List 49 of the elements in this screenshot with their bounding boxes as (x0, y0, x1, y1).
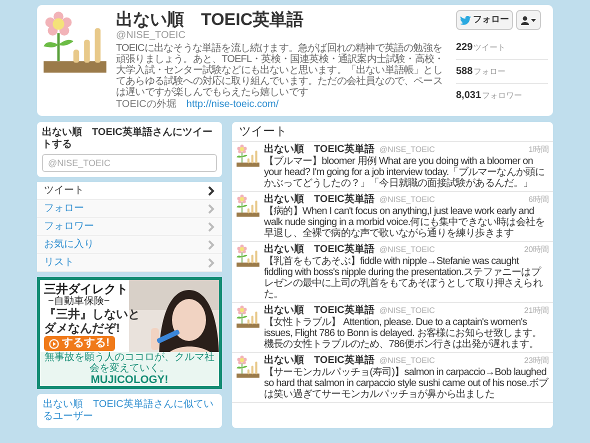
profile-location: TOEICの外堀 (116, 98, 176, 111)
tweet-time[interactable]: 6時間 (528, 194, 549, 206)
tweet-text: 【乳首をもてあそぶ】fiddle with nipple→Stefanie was caught fiddling with boss's nipple during the presentation.ステファニーはプレゼンの最中に上司の乳首をもてあそぼうとして取り押さえられた。 (264, 256, 544, 300)
tweet-author[interactable]: 出ない順 TOEIC英単語 (264, 305, 374, 317)
tweet-handle[interactable]: @NISE_TOEIC (379, 194, 435, 206)
profile-link[interactable]: http://nise-toeic.com/ (186, 98, 279, 111)
ad-banner[interactable]: 三井ダイレクト −自動車保険− 『三井』しないと ダメなんだぞ! するする! 無事故を願う人のココロが、クルマ社会を変えていく。 MUJICOLOGY! (37, 277, 222, 389)
similar-users-title[interactable]: 出ない順 TOEIC英単語さんに似ているユーザー (43, 399, 216, 423)
tweet-input-field[interactable]: @NISE_TOEIC (42, 154, 217, 172)
tweet-text: 【病的】When I can't focus on anything,I just leave work early and walk nude singing in a morbid voice.何にも集中できない時は会社を早退し、全裸で病的な声で歌いながら通りを練り歩きます (264, 206, 546, 239)
tweet-handle[interactable]: @NISE_TOEIC (379, 144, 435, 156)
nav-item[interactable]: リスト (37, 254, 222, 272)
ad-tagline: 無事故を願う人のココロが、クルマ社会を変えていく。 (44, 352, 216, 374)
ad-subtitle: −自動車保険− (47, 296, 111, 307)
profile-name: 出ない順 TOEIC英単語 (116, 10, 305, 30)
tweet-time[interactable]: 20時間 (524, 244, 549, 256)
nav-item[interactable]: フォロワー (37, 218, 222, 236)
tweet-handle[interactable]: @NISE_TOEIC (379, 244, 435, 256)
follow-button[interactable]: フォロー (456, 10, 513, 30)
tweet-text: 【女性トラブル】 Attention, please. Due to a captain's women's issues, Flight 786 to Bonn is delayed. お客様にお知らせ致します。機長の女性トラブルのため、786便ボン行きは出発が遅れます。 (264, 317, 543, 350)
ad-brand: 三井ダイレクト (44, 282, 129, 296)
stat-count[interactable]: 8,031 (456, 88, 482, 103)
ad-cta-button[interactable]: するする! (44, 336, 115, 351)
tweet-author[interactable]: 出ない順 TOEIC英単語 (264, 194, 374, 206)
tweet-text: 【サーモンカルパッチョ(寿司)】salmon in carpaccio→Bob laughed so hard that salmon in carpaccio style sushi came out of his nose.ボブは笑い過ぎてサーモンカルパッチョが鼻から出ました (264, 367, 549, 400)
ad-logo: MUJICOLOGY! (90, 374, 168, 386)
stat-label[interactable]: フォロー (474, 66, 506, 78)
tweet-author[interactable]: 出ない順 TOEIC英単語 (264, 144, 374, 156)
nav-item[interactable]: フォロー (37, 200, 222, 218)
stat-count[interactable]: 588 (456, 64, 473, 79)
stat-label[interactable]: フォロワー (482, 90, 522, 102)
ad-headline: 『三井』しないと (44, 307, 141, 321)
tweets-header: ツイート (232, 122, 553, 142)
tweet-time[interactable]: 21時間 (524, 305, 549, 317)
tweet-author[interactable]: 出ない順 TOEIC英単語 (264, 355, 374, 367)
tweet-box-title: 出ない順 TOEIC英単語さんにツイートする (42, 127, 214, 151)
stat-count[interactable]: 229 (456, 40, 473, 55)
nav-item[interactable]: お気に入り (37, 236, 222, 254)
tweet-time[interactable]: 23時間 (524, 355, 549, 367)
tweet-author[interactable]: 出ない順 TOEIC英単語 (264, 244, 374, 256)
tweet-handle[interactable]: @NISE_TOEIC (379, 355, 435, 367)
tweet-time[interactable]: 1時間 (528, 144, 549, 156)
profile-bio: TOEICに出なそうな単語を流し続けます。急がば回れの精神で英語の勉強を頑張りましょう。あと、TOEFL・英検・国連英検・通訳案内士試験・高校・大学入試・センター試験などにも出ないと思います。「出ない単語帳」としてあらゆる試験への対応に取り組んでいます。ただの会社員なので、ペースは遅いですが楽しんでもらえたら嬉しいです (116, 43, 445, 98)
nav-item[interactable]: ツイート (37, 182, 222, 200)
profile-handle: @NISE_TOEIC (116, 30, 186, 42)
stat-label[interactable]: ツイート (474, 42, 506, 54)
ad-headline: ダメなんだぞ! (44, 321, 121, 335)
tweet-handle[interactable]: @NISE_TOEIC (379, 305, 435, 317)
tweet-text: 【ブルマー】bloomer 用例 What are you doing with a bloomer on your head? I'm going for a job interview today.「ブルマーなんか頭にかぶってどうしたの？」「今日就職の面接試験があるんだ。」 (264, 156, 546, 189)
